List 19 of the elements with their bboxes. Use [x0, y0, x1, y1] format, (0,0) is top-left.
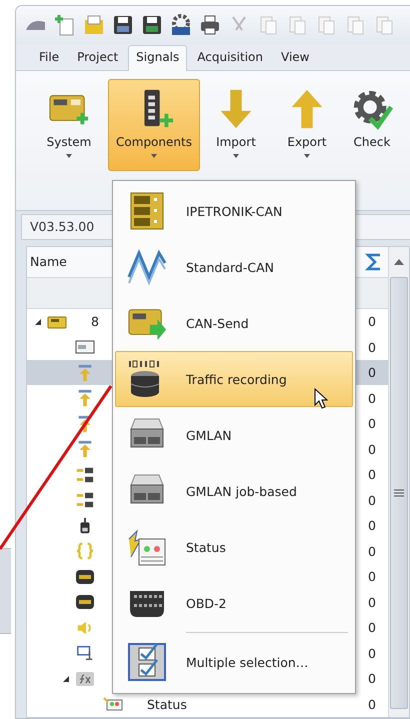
- value-cell-text: 0: [368, 492, 377, 508]
- value-cell-text: 0: [368, 518, 377, 534]
- value-cell-text: 0: [368, 696, 377, 712]
- value-cell-text: 0: [368, 646, 377, 661]
- value-cell-text: 0: [368, 594, 377, 610]
- value-cell-text: 0: [368, 620, 377, 636]
- value-cell-text: 0: [368, 569, 377, 584]
- row-name: 8: [91, 314, 99, 330]
- value-cell-text: 0: [368, 544, 377, 559]
- value-cell-text: 0: [368, 390, 377, 406]
- value-cell-text: 0: [368, 671, 377, 686]
- value-cell-text: 0: [368, 442, 377, 457]
- value-cell-text: 0: [368, 365, 377, 380]
- version-text: V03.53.00: [30, 219, 94, 234]
- row-name: Status: [147, 696, 187, 712]
- value-cell-text: 0: [368, 467, 377, 482]
- value-cell-text: 0: [368, 416, 377, 432]
- value-cell-text: 0: [368, 340, 377, 355]
- value-cell-text: 0: [368, 314, 377, 330]
